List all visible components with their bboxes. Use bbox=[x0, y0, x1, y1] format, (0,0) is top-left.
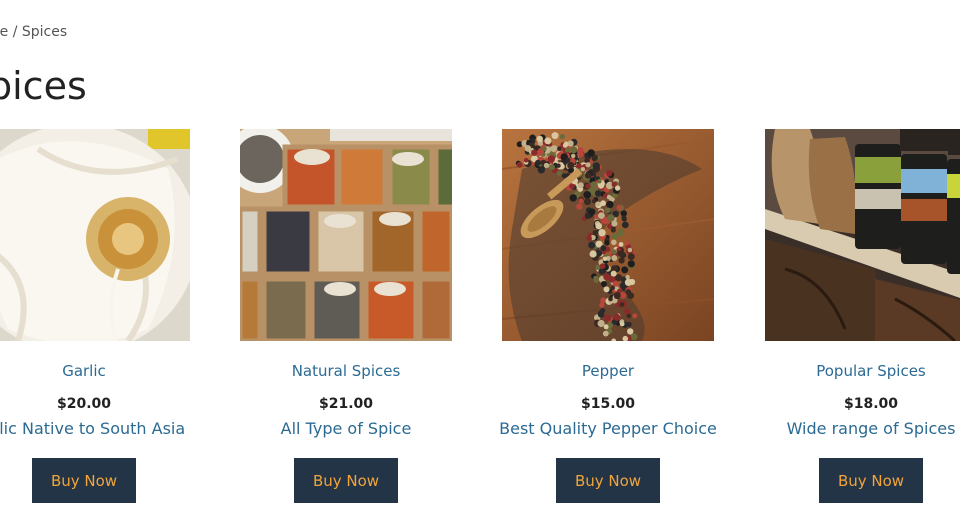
product-name[interactable]: Pepper bbox=[502, 362, 714, 380]
product-card: Popular Spices $18.00 Wide range of Spic… bbox=[765, 129, 960, 503]
product-description[interactable]: All Type of Spice bbox=[200, 419, 492, 438]
product-image-pepper[interactable] bbox=[502, 129, 714, 341]
buy-now-button[interactable]: Buy Now bbox=[556, 458, 660, 503]
product-card: Garlic $20.00 arlic Native to South Asia… bbox=[0, 129, 190, 503]
product-name[interactable]: Garlic bbox=[0, 362, 190, 380]
product-image-popular-spices[interactable] bbox=[765, 129, 960, 341]
product-name[interactable]: Popular Spices bbox=[765, 362, 960, 380]
product-name[interactable]: Natural Spices bbox=[240, 362, 452, 380]
buy-now-button[interactable]: Buy Now bbox=[32, 458, 136, 503]
page-title: pices bbox=[0, 64, 87, 108]
breadcrumb[interactable]: me / Spices bbox=[0, 24, 67, 40]
product-card: Natural Spices $21.00 All Type of Spice … bbox=[240, 129, 452, 503]
product-price: $18.00 bbox=[843, 396, 899, 412]
product-description[interactable]: Best Quality Pepper Choice bbox=[462, 419, 754, 438]
product-card: Pepper $15.00 Best Quality Pepper Choice… bbox=[499, 129, 717, 503]
product-price: $15.00 bbox=[580, 396, 636, 412]
product-description[interactable]: arlic Native to South Asia bbox=[0, 419, 230, 438]
product-image-natural-spices[interactable] bbox=[240, 129, 452, 341]
product-price: $20.00 bbox=[56, 396, 112, 412]
product-price: $21.00 bbox=[318, 396, 374, 412]
product-description[interactable]: Wide range of Spices bbox=[725, 419, 960, 438]
buy-now-button[interactable]: Buy Now bbox=[294, 458, 398, 503]
buy-now-button[interactable]: Buy Now bbox=[819, 458, 923, 503]
product-image-garlic[interactable] bbox=[0, 129, 190, 341]
